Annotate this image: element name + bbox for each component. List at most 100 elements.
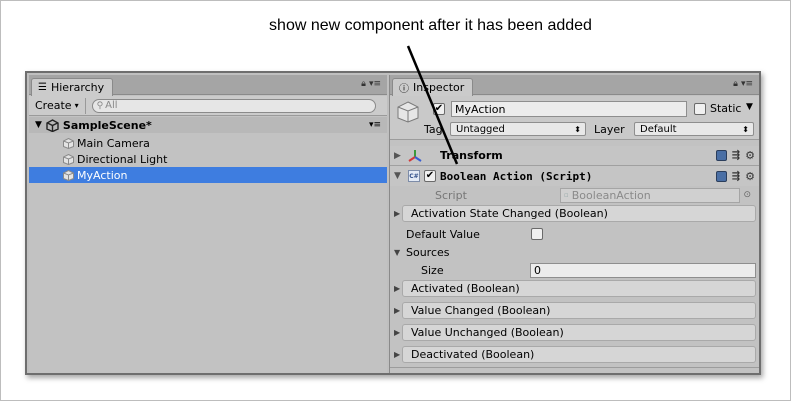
hierarchy-item-label: Directional Light [77,152,168,166]
script-field: ▫ BooleanAction [560,187,740,203]
size-label: Size [421,263,444,277]
static-dropdown-icon[interactable]: ▼ [746,102,753,112]
help-book-icon[interactable] [715,170,727,182]
search-icon: ⚲ [96,100,104,111]
object-name-field[interactable]: MyAction [451,101,687,117]
transform-component-header[interactable]: ▶ Transform ⇶ ⚙ [390,146,759,166]
hierarchy-toolbar: Create ▾ ⚲ All [29,96,387,116]
sources-row[interactable]: ▼ Sources [390,243,759,261]
collapse-arrow-icon[interactable]: ▶ [394,284,400,293]
gameobject-cube-icon [63,153,74,165]
size-input[interactable]: 0 [530,262,756,278]
event-label: Activation State Changed (Boolean) [411,207,608,220]
script-value: BooleanAction [571,188,651,202]
menu-icon[interactable]: ▾≡ [741,79,753,89]
default-value-row: Default Value [390,225,759,243]
lock-icon[interactable]: 🔒︎ [361,79,366,89]
preset-sliders-icon[interactable]: ⇶ [732,171,740,182]
gameobject-cube-icon [63,169,74,181]
collapse-arrow-icon[interactable]: ▶ [394,350,400,359]
hierarchy-tabbar: ☰ Hierarchy 🔒︎ ▾≡ [29,75,387,96]
scene-menu-icon[interactable]: ▾≡ [369,120,381,130]
transform-label: Transform [440,149,503,162]
object-header: ✔ MyAction Static ▼ Tag Untagged ⬍ Layer… [390,96,759,140]
tab-inspector-label: Inspector [413,81,465,94]
value-unchanged-event[interactable]: Value Unchanged (Boolean) [402,324,756,341]
collapse-arrow-icon[interactable]: ▶ [394,151,401,161]
tag-label: Tag [424,123,443,136]
transform-header-icons: ⇶ ⚙ [715,149,755,162]
dropdown-arrow-icon: ▾ [74,101,79,110]
script-property-row: Script ▫ BooleanAction ⊙ [390,186,759,204]
tab-hierarchy[interactable]: ☰ Hierarchy [31,78,114,96]
cs-script-icon: C# [408,170,420,182]
collapse-arrow-icon[interactable]: ▶ [394,328,400,337]
collapse-arrow-icon[interactable]: ▶ [394,209,400,218]
create-label: Create [35,99,72,112]
default-value-checkbox[interactable] [531,228,543,240]
expand-arrow-icon[interactable]: ▼ [35,120,42,130]
hierarchy-tab-menu[interactable]: 🔒︎ ▾≡ [361,79,381,89]
preset-sliders-icon[interactable]: ⇶ [732,150,740,161]
expand-arrow-icon[interactable]: ▼ [394,171,401,181]
event-label: Value Unchanged (Boolean) [411,326,564,339]
tag-value: Untagged [456,123,505,135]
object-picker-icon[interactable]: ⊙ [743,190,751,200]
hierarchy-item-label: Main Camera [77,136,150,150]
event-label: Value Changed (Boolean) [411,304,551,317]
scene-name: SampleScene* [62,118,152,132]
gameobject-cube-icon [63,137,74,149]
size-value: 0 [534,263,541,277]
layer-value: Default [640,123,677,135]
hierarchy-item-main-camera[interactable]: Main Camera [29,135,387,151]
static-label: Static [710,102,742,115]
info-icon: ⓘ [399,84,409,95]
inspector-tab-menu[interactable]: 🔒︎ ▾≡ [733,79,753,89]
script-file-icon: ▫ [564,191,569,199]
script-label: Script [435,188,467,202]
inspector-panel: ⓘ Inspector 🔒︎ ▾≡ ✔ MyAction Static ▼ Ta… [389,75,759,373]
event-label: Activated (Boolean) [411,282,520,295]
lock-icon[interactable]: 🔒︎ [733,79,738,89]
gear-icon[interactable]: ⚙ [745,170,755,183]
transform-axis-icon [408,149,422,162]
hierarchy-search-input[interactable]: ⚲ All [91,98,376,113]
updown-arrow-icon: ⬍ [574,124,581,134]
deactivated-event[interactable]: Deactivated (Boolean) [402,346,756,363]
gear-icon[interactable]: ⚙ [745,149,755,162]
value-changed-event[interactable]: Value Changed (Boolean) [402,302,756,319]
component-header-icons: ⇶ ⚙ [715,170,755,183]
static-checkbox[interactable] [694,103,706,115]
component-enabled-checkbox[interactable]: ✔ [424,170,436,182]
layer-dropdown[interactable]: Default ⬍ [634,122,754,136]
sources-label: Sources [406,245,450,259]
updown-arrow-icon: ⬍ [742,124,749,134]
event-label: Deactivated (Boolean) [411,348,535,361]
hierarchy-item-directional-light[interactable]: Directional Light [29,151,387,167]
tab-hierarchy-label: Hierarchy [50,81,105,94]
create-button[interactable]: Create ▾ [35,97,86,114]
collapse-arrow-icon[interactable]: ▶ [394,306,400,315]
layer-label: Layer [594,123,625,136]
hierarchy-item-label: MyAction [77,168,128,182]
activated-event[interactable]: Activated (Boolean) [402,280,756,297]
tag-dropdown[interactable]: Untagged ⬍ [450,122,586,136]
help-book-icon[interactable] [715,150,727,161]
menu-icon[interactable]: ▾≡ [369,79,381,89]
expand-arrow-icon[interactable]: ▼ [394,248,400,257]
annotation-caption: show new component after it has been add… [269,17,592,34]
activation-state-changed-event[interactable]: Activation State Changed (Boolean) [402,205,756,222]
list-icon: ☰ [38,82,47,93]
scene-row[interactable]: ▼ SampleScene* ▾≡ [29,117,387,133]
gameobject-large-cube-icon [397,101,419,123]
hierarchy-panel: ☰ Hierarchy 🔒︎ ▾≡ Create ▾ ⚲ All ▼ Sampl… [29,75,387,373]
hierarchy-item-myaction[interactable]: MyAction [29,167,387,183]
active-checkbox[interactable]: ✔ [433,103,445,115]
default-value-label: Default Value [406,227,480,241]
size-row: Size 0 [390,261,759,279]
tab-inspector[interactable]: ⓘ Inspector [392,78,474,96]
inspector-tabbar: ⓘ Inspector 🔒︎ ▾≡ [390,75,759,96]
search-placeholder: All [105,100,118,111]
boolean-action-component-header[interactable]: ▼ C# ✔ Boolean Action (Script) ⇶ ⚙ [390,166,759,186]
component-title: Boolean Action (Script) [440,169,593,183]
